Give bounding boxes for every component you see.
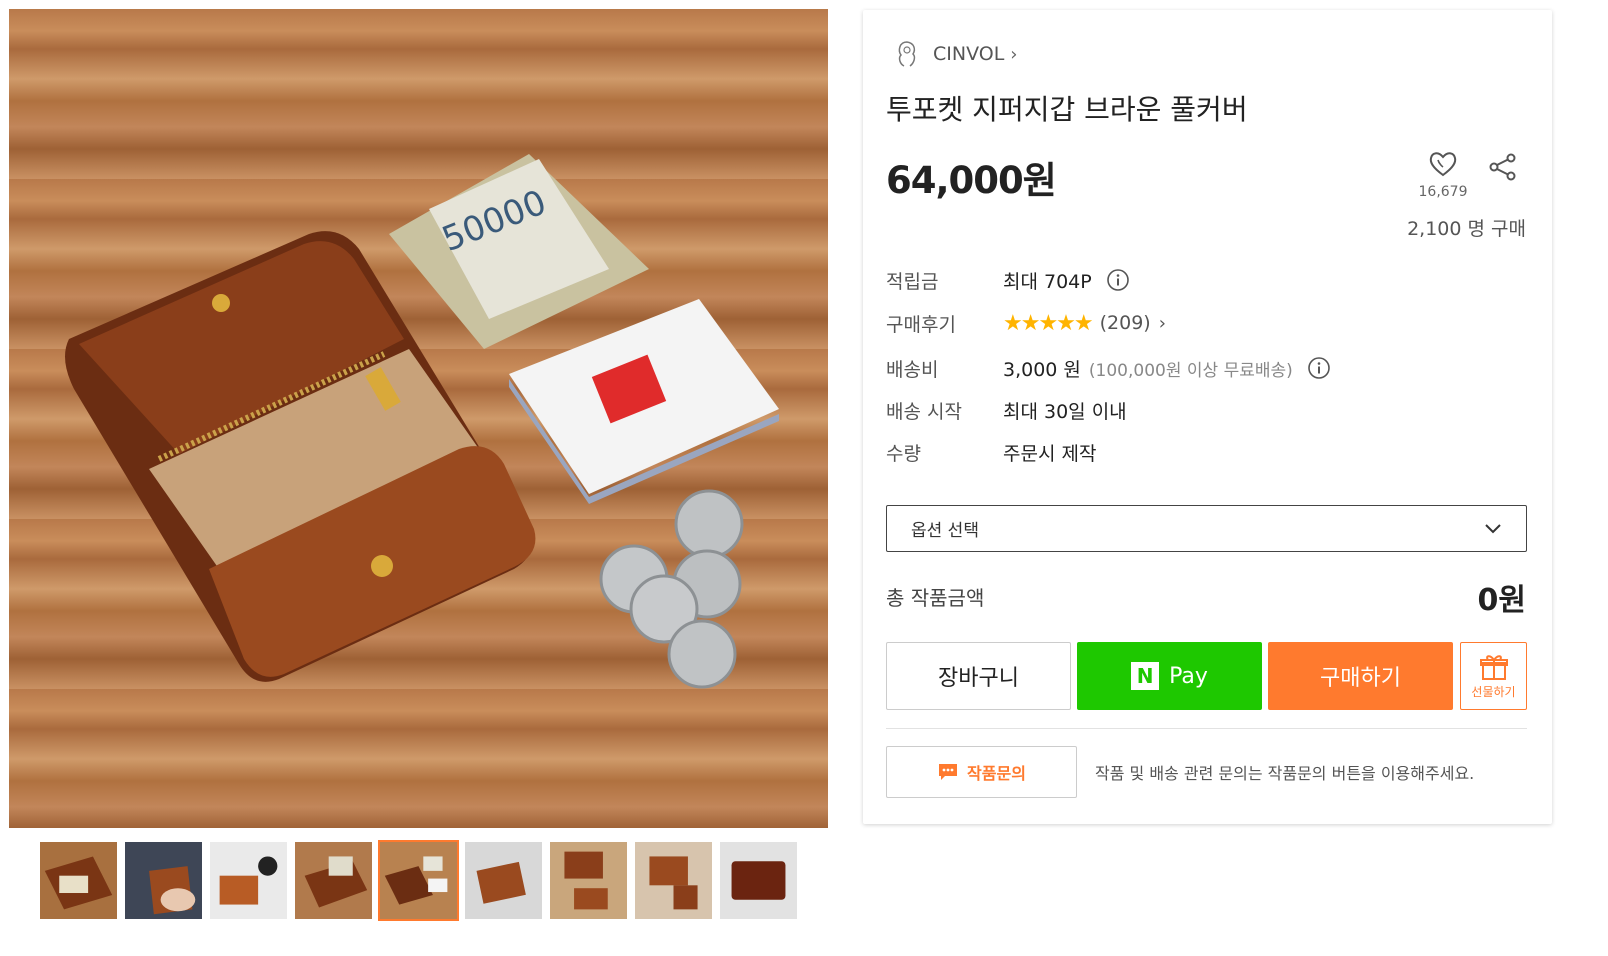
buyer-count: 2,100 명 구매 bbox=[1407, 218, 1526, 240]
option-select[interactable]: 옵션 선택 bbox=[886, 505, 1527, 552]
review-count[interactable]: (209) bbox=[1100, 312, 1151, 334]
seller-logo-icon bbox=[898, 41, 916, 67]
product-title: 투포켓 지퍼지갑 브라운 풀커버 bbox=[886, 93, 1248, 126]
chevron-down-icon bbox=[1485, 523, 1501, 533]
shipping-note: (100,000원 이상 무료배송) bbox=[1088, 360, 1293, 381]
thumbnail-7[interactable] bbox=[548, 840, 629, 921]
shipping-row: 배송비 3,000 원 (100,000원 이상 무료배송) bbox=[886, 353, 1331, 383]
ship-start-label: 배송 시작 bbox=[886, 400, 962, 423]
points-label: 적립금 bbox=[886, 270, 939, 293]
thumbnail-9[interactable] bbox=[718, 840, 799, 921]
buy-now-button[interactable]: 구매하기 bbox=[1268, 642, 1453, 710]
ship-start-value: 최대 30일 이내 bbox=[1003, 400, 1127, 423]
divider bbox=[886, 728, 1527, 729]
quantity-value: 주문시 제작 bbox=[1003, 442, 1097, 465]
info-icon[interactable] bbox=[1307, 356, 1331, 380]
points-value: 최대 704P bbox=[1003, 270, 1092, 293]
thumbnail-3[interactable] bbox=[208, 840, 289, 921]
inquiry-label: 작품문의 bbox=[967, 764, 1026, 783]
product-inquiry-button[interactable]: 작품문의 bbox=[886, 746, 1077, 798]
gift-label: 선물하기 bbox=[1471, 684, 1516, 699]
ship-start-row: 배송 시작 최대 30일 이내 bbox=[886, 395, 1127, 425]
gift-icon bbox=[1479, 654, 1508, 680]
main-product-image[interactable]: 50000 bbox=[9, 9, 828, 828]
wallet-photo-illustration: 50000 bbox=[65, 154, 779, 689]
quantity-row: 수량 주문시 제작 bbox=[886, 437, 1096, 467]
thumbnail-6[interactable] bbox=[463, 840, 544, 921]
naver-pay-label: Pay bbox=[1169, 663, 1208, 689]
thumbnail-8[interactable] bbox=[633, 840, 714, 921]
thumbnail-2[interactable] bbox=[123, 840, 204, 921]
gift-button[interactable]: 선물하기 bbox=[1460, 642, 1527, 710]
info-icon[interactable] bbox=[1106, 268, 1130, 292]
seller-avatar bbox=[891, 38, 923, 70]
heart-icon bbox=[1429, 152, 1457, 177]
thumbnail-1[interactable] bbox=[38, 840, 119, 921]
shipping-label: 배송비 bbox=[886, 358, 939, 381]
product-info-panel: CINVOL › 투포켓 지퍼지갑 브라운 풀커버 64,000원 16,679… bbox=[863, 10, 1552, 824]
rating-stars: ★★★★★ bbox=[1003, 310, 1094, 336]
thumbnail-5[interactable] bbox=[378, 840, 459, 921]
points-row: 적립금 최대 704P bbox=[886, 265, 1130, 295]
review-row: 구매후기 ★★★★★ (209) › bbox=[886, 308, 1166, 338]
chat-bubble-icon bbox=[939, 764, 958, 780]
like-button[interactable]: 16,679 bbox=[1415, 148, 1471, 200]
option-placeholder: 옵션 선택 bbox=[911, 521, 979, 541]
thumbnail-strip bbox=[38, 840, 799, 921]
naver-pay-logo-icon: N bbox=[1131, 662, 1160, 690]
add-to-cart-button[interactable]: 장바구니 bbox=[886, 642, 1071, 710]
total-label: 총 작품금액 bbox=[886, 586, 985, 610]
inquiry-note: 작품 및 배송 관련 문의는 작품문의 버튼을 이용해주세요. bbox=[1095, 764, 1475, 783]
share-icon bbox=[1489, 153, 1516, 181]
thumbnail-4[interactable] bbox=[293, 840, 374, 921]
shipping-value: 3,000 원 bbox=[1003, 358, 1081, 381]
share-button[interactable] bbox=[1488, 152, 1518, 182]
seller-name: CINVOL bbox=[933, 43, 1005, 65]
chevron-right-icon: › bbox=[1010, 43, 1018, 65]
naver-pay-button[interactable]: N Pay bbox=[1077, 642, 1262, 710]
total-value: 0원 bbox=[1477, 583, 1526, 618]
product-price: 64,000원 bbox=[886, 159, 1057, 202]
review-label: 구매후기 bbox=[886, 313, 956, 336]
chevron-right-icon[interactable]: › bbox=[1159, 313, 1166, 334]
like-count: 16,679 bbox=[1418, 184, 1468, 200]
quantity-label: 수량 bbox=[886, 442, 921, 465]
seller-link[interactable]: CINVOL › bbox=[891, 38, 1018, 70]
